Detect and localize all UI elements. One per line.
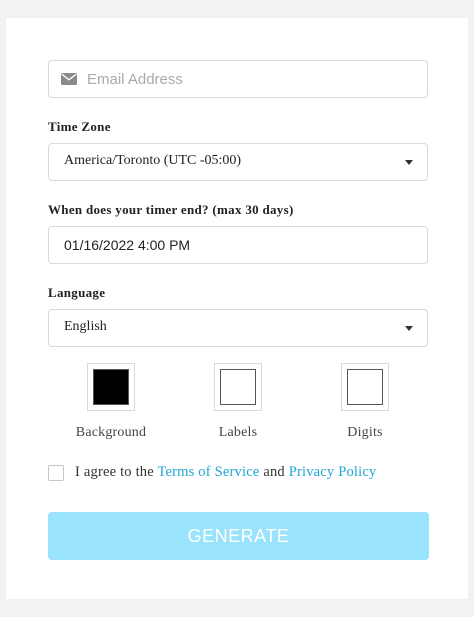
digits-color-label: Digits (347, 425, 383, 440)
background-color-picker[interactable] (87, 363, 135, 411)
agree-prefix: I agree to the (75, 464, 158, 480)
agree-text: I agree to the Terms of Service and Priv… (75, 464, 376, 481)
background-color-swatch (93, 369, 129, 405)
timer-form-card: Time Zone America/Toronto (UTC -05:00) W… (6, 18, 468, 599)
language-label: Language (48, 285, 106, 300)
terms-of-service-link[interactable]: Terms of Service (157, 464, 259, 480)
language-value: English (64, 319, 107, 334)
terms-agreement-row: I agree to the Terms of Service and Priv… (48, 463, 438, 483)
labels-color-picker[interactable] (214, 363, 262, 411)
envelope-icon (61, 73, 77, 85)
background-color-label: Background (75, 425, 147, 440)
timezone-label: Time Zone (48, 119, 111, 134)
agree-checkbox[interactable] (48, 465, 64, 481)
chevron-down-icon (405, 326, 413, 331)
digits-color-swatch (347, 369, 383, 405)
email-input[interactable] (87, 61, 417, 97)
language-select[interactable]: English (48, 309, 428, 347)
chevron-down-icon (405, 160, 413, 165)
privacy-policy-link[interactable]: Privacy Policy (289, 464, 377, 480)
timezone-value: America/Toronto (UTC -05:00) (64, 153, 242, 168)
labels-color-label: Labels (218, 425, 258, 440)
generate-button[interactable]: GENERATE (48, 512, 429, 560)
agree-middle: and (259, 464, 289, 480)
email-field[interactable] (48, 60, 428, 98)
end-time-value: 01/16/2022 4:00 PM (64, 237, 191, 253)
end-time-input[interactable]: 01/16/2022 4:00 PM (48, 226, 428, 264)
labels-color-swatch (220, 369, 256, 405)
end-time-label: When does your timer end? (max 30 days) (48, 202, 294, 217)
timezone-select[interactable]: America/Toronto (UTC -05:00) (48, 143, 428, 181)
digits-color-picker[interactable] (341, 363, 389, 411)
